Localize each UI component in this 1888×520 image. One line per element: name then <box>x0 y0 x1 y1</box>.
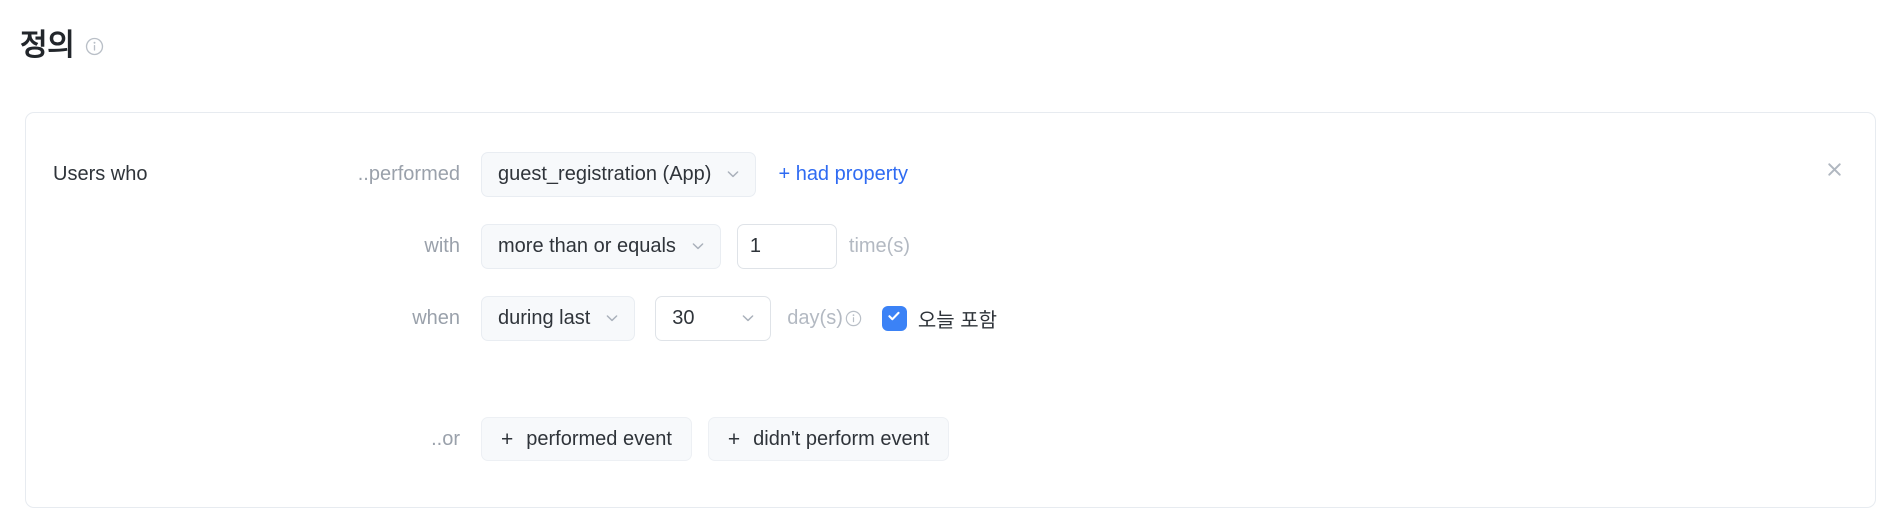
event-select-value: guest_registration (App) <box>498 162 712 185</box>
timerange-select-value: during last <box>498 306 591 329</box>
time-unit-label: time(s) <box>848 234 910 257</box>
connective-or: ..or <box>431 427 460 450</box>
checkbox-box <box>881 305 907 331</box>
day-unit-label: day(s) <box>787 307 862 330</box>
plus-icon: + <box>727 427 741 451</box>
chevron-down-icon <box>690 238 706 254</box>
condition-row-subject: Users who ..performed guest_registration… <box>26 151 1875 197</box>
subject-controls: guest_registration (App) + had property <box>481 151 908 197</box>
info-circle-icon[interactable] <box>85 37 104 56</box>
event-select[interactable]: guest_registration (App) <box>481 151 757 197</box>
check-icon <box>886 308 902 329</box>
condition-row-frequency: with more than or equals time(s) <box>26 223 1875 269</box>
connective-performed: ..performed <box>357 162 460 185</box>
include-today-checkbox[interactable]: 오늘 포함 <box>881 304 998 333</box>
operator-select[interactable]: more than or equals <box>481 223 721 269</box>
chevron-down-icon <box>604 310 620 326</box>
condition-rows: Users who ..performed guest_registration… <box>26 113 1875 507</box>
add-didnt-perform-event-button[interactable]: + didn't perform event <box>707 417 950 461</box>
info-circle-icon[interactable] <box>845 310 862 327</box>
day-amount-select[interactable]: 30 <box>655 295 772 341</box>
add-had-property-link[interactable]: + had property <box>778 163 908 186</box>
event-count-input[interactable] <box>736 223 837 269</box>
day-amount-select-value: 30 <box>672 306 695 329</box>
add-performed-event-label: performed event <box>526 427 672 450</box>
frequency-controls: more than or equals time(s) <box>481 223 910 269</box>
chevron-down-icon <box>740 310 756 326</box>
add-performed-event-button[interactable]: + performed event <box>481 417 692 461</box>
connective-with: with <box>424 234 460 257</box>
day-unit-text: day(s) <box>787 306 843 329</box>
page-header: 정의 <box>0 0 1888 66</box>
add-more-controls: + performed event + didn't perform event <box>481 417 950 461</box>
subject-label: Users who <box>53 162 148 185</box>
condition-row-timeframe: when during last 30 day(s) 오늘 포함 <box>26 295 1875 341</box>
operator-select-value: more than or equals <box>498 234 676 257</box>
plus-icon: + <box>501 427 514 451</box>
connective-when: when <box>412 306 460 329</box>
chevron-down-icon <box>725 166 741 182</box>
definition-card: Users who ..performed guest_registration… <box>25 112 1876 508</box>
timerange-select[interactable]: during last <box>481 295 636 341</box>
page-title: 정의 <box>20 29 75 62</box>
include-today-label: 오늘 포함 <box>917 309 998 332</box>
add-didnt-perform-event-label: didn't perform event <box>753 427 930 450</box>
condition-row-add-more: ..or + performed event + didn't perform … <box>26 417 1875 461</box>
timeframe-controls: during last 30 day(s) 오늘 포함 <box>481 295 998 341</box>
